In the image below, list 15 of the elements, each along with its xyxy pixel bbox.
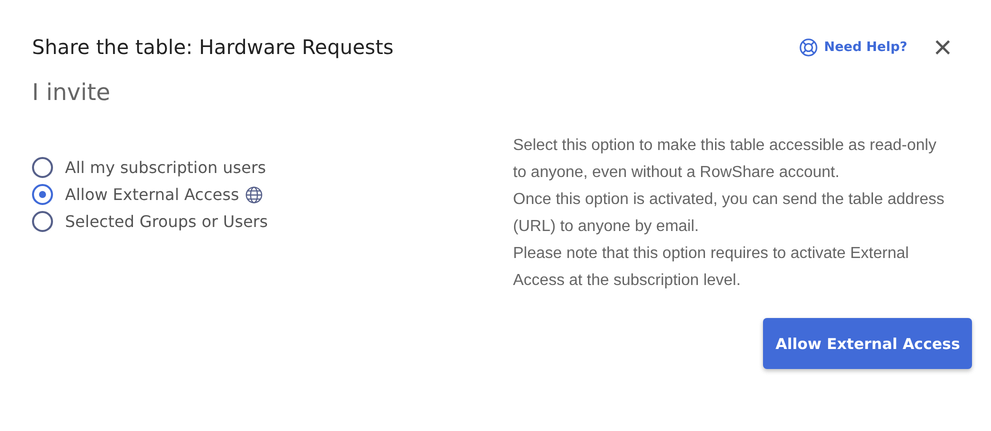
close-button[interactable]: × [933, 33, 952, 61]
radio-button[interactable] [32, 184, 53, 205]
description-text: Once this option is activated, you can send the table address (URL) to anyone by email. [513, 190, 946, 237]
help-link[interactable]: Need Help? [798, 38, 908, 56]
radio-button[interactable] [32, 157, 53, 178]
lifebuoy-icon [798, 38, 818, 56]
option-label: All my subscription users [65, 158, 266, 177]
description-text: Select this option to make this table accessible as read-only to anyone, even without a RowShare account. [513, 136, 938, 183]
option-label: Allow External Access [65, 185, 240, 204]
option-label: Selected Groups or Users [65, 212, 268, 231]
allow-access-button[interactable]: Allow External Access [763, 318, 972, 369]
section-title: I invite [32, 80, 112, 106]
description-text: Please note that this option requires to activate External Access at the subscription level. [513, 244, 910, 291]
dialog-title: Share the table: Hardware Requests [32, 35, 394, 59]
radio-button[interactable] [32, 211, 53, 232]
